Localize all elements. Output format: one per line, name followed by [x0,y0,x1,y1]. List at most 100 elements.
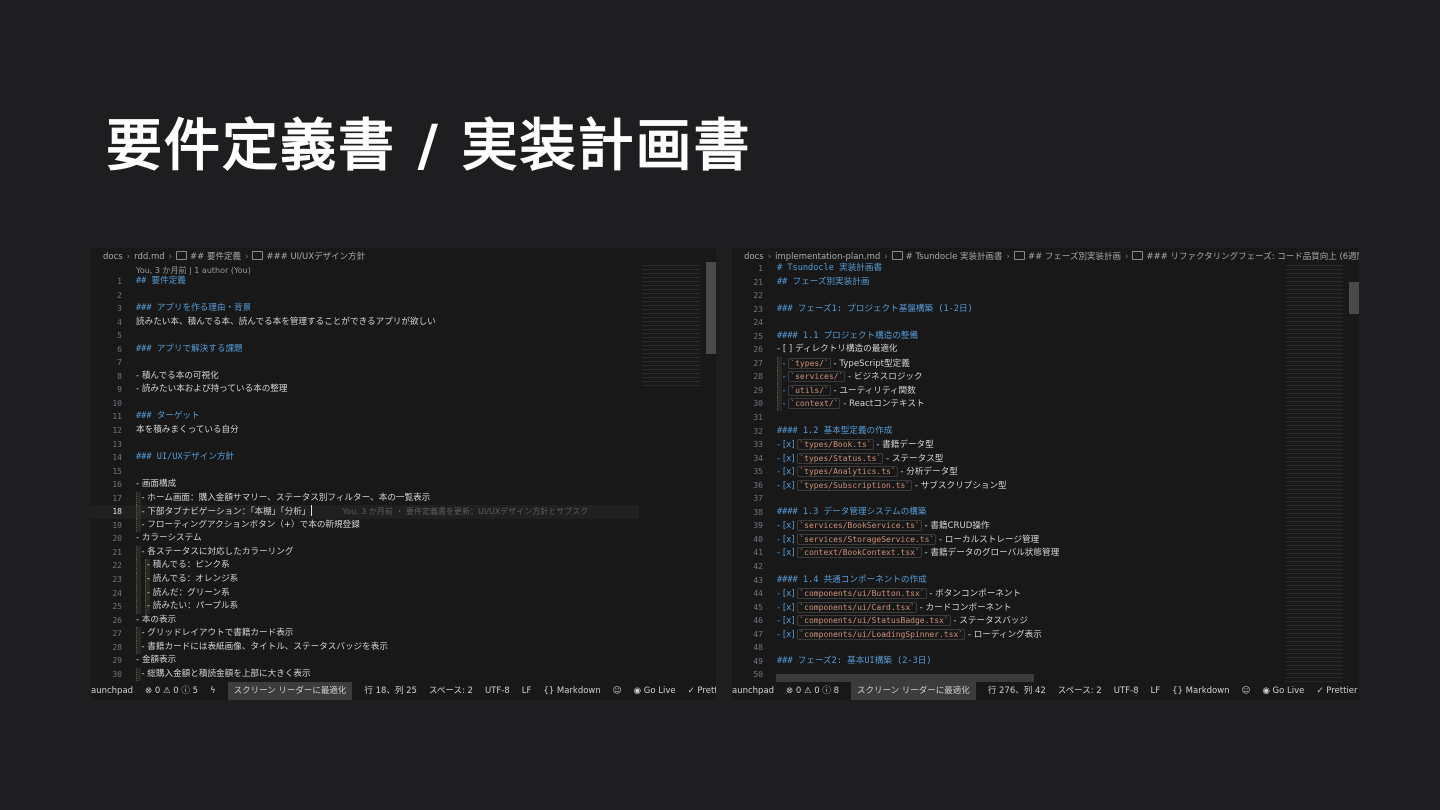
status-item[interactable]: スクリーン リーダーに最適化 [851,682,976,700]
status-item[interactable]: {} Markdown [543,682,600,700]
status-item[interactable]: aunchpad [732,682,774,700]
status-item[interactable]: aunchpad [91,682,133,700]
code-line[interactable]: 12 本を積みまくっている自分 [91,424,639,438]
code-line[interactable]: 32 #### 1.2 基本型定義の作成 [732,425,1280,439]
code-line[interactable]: 45 - [x] `components/ui/Card.tsx` - カードコン… [732,601,1280,615]
code-line[interactable]: 19 - フローティングアクションボタン（+）で本の新規登録 [91,518,639,533]
minimap[interactable] [642,262,700,386]
code-line[interactable]: 16 - 画面構成 [91,478,639,492]
code-line[interactable]: 33 - [x] `types/Book.ts` - 書籍データ型 [732,438,1280,452]
code-line[interactable]: 30 - 総購入金額と積読金額を上部に大きく表示 [91,667,639,682]
status-item[interactable]: ⊗ 0 ⚠ 0 ⓘ 8 [786,682,839,700]
code-line[interactable]: 10 [91,397,639,411]
right-editor-pane[interactable]: docs › implementation-plan.md › # Tsundocle … [732,248,1359,700]
code-line[interactable]: 6 ### アプリで解決する課題 [91,343,639,357]
status-item[interactable]: ◉ Go Live [634,682,676,700]
code-line[interactable]: 22 [732,289,1280,303]
code-line[interactable]: 25 - 読みたい：パープル系 [91,600,639,614]
breadcrumb-item[interactable]: ### UI/UXデザイン方針 [252,248,365,266]
code-line[interactable]: 7 [91,356,639,370]
code-line[interactable]: 18 - 下部タブナビゲーション：「本棚」「分析」 You, 3 か月前 ・ 要件… [91,505,639,519]
code-line[interactable]: 21 ## フェーズ別実装計画 [732,276,1280,290]
breadcrumb-item[interactable]: ## 要件定義 [176,248,241,266]
status-item[interactable]: UTF-8 [485,682,510,700]
status-item[interactable]: {} Markdown [1172,682,1229,700]
code-line[interactable]: 34 - [x] `types/Status.ts` - ステータス型 [732,452,1280,466]
code-line[interactable]: 1 ## 要件定義 [91,275,639,289]
status-item[interactable]: ☺ [1242,682,1251,700]
code-line[interactable]: 22 - 積んでる：ピンク系 [91,559,639,574]
code-line[interactable]: 31 [732,411,1280,425]
code-line[interactable]: 15 [91,465,639,479]
code-line[interactable]: 24 [732,316,1280,330]
code-line[interactable]: 23 - 読んでる：オレンジ系 [91,573,639,587]
code-line[interactable]: 23 ### フェーズ1: プロジェクト基盤構築 (1-2日) [732,303,1280,317]
code-line[interactable]: 21 - 各ステータスに対応したカラーリング [91,545,639,560]
line-text-rest: - 書籍CRUD操作 [921,521,990,532]
code-line[interactable]: 8 - 積んでる本の可視化 [91,370,639,384]
code-line[interactable]: 11 ### ターゲット [91,410,639,424]
status-item[interactable]: スペース: 2 [429,682,473,700]
code-line[interactable]: 26 - 本の表示 [91,614,639,628]
list-marker: - [x] [777,616,798,627]
status-item[interactable]: 行 276、列 42 [988,682,1046,700]
code-line[interactable]: 26 - [ ] ディレクトリ構造の最適化 [732,343,1280,357]
code-line[interactable]: 48 [732,641,1280,655]
code-line[interactable]: 13 [91,438,639,452]
code-line[interactable]: 2 [91,289,639,303]
code-line[interactable]: 17 - ホーム画面：購入金額サマリー、ステータス別フィルター、本の一覧表示 [91,491,639,506]
code-line[interactable]: 28 - 書籍カードには表紙画像、タイトル、ステータスバッジを表示 [91,640,639,655]
code-line[interactable]: 29 - `utils/` - ユーティリティ関数 [732,383,1280,398]
status-item[interactable]: ☺ [613,682,622,700]
code-line[interactable]: 36 - [x] `types/Subscription.ts` - サブスクリプ… [732,479,1280,493]
code-line[interactable]: 46 - [x] `components/ui/StatusBadge.tsx` … [732,614,1280,628]
status-item[interactable]: ⊗ 0 ⚠ 0 ⓘ 5 [145,682,198,700]
code-line[interactable]: 47 - [x] `components/ui/LoadingSpinner.ts… [732,628,1280,642]
status-item[interactable]: ϟ [210,682,216,700]
code-line[interactable]: 27 - グリッドレイアウトで書籍カード表示 [91,627,639,641]
code-area[interactable]: 1 ## 要件定義 2 3 ### アプリを作る理由・背景 4 読みたい本、積んでる本、読ん… [91,275,639,682]
code-line[interactable]: 27 - `types/` - TypeScript型定義 [732,356,1280,371]
code-line[interactable]: 35 - [x] `types/Analytics.ts` - 分析データ型 [732,465,1280,479]
list-marker: - [x] [777,602,798,613]
code-line[interactable]: 41 - [x] `context/BookContext.tsx` - 書籍デー… [732,546,1280,560]
status-item[interactable]: ✓ Prettier [1316,682,1357,700]
status-item[interactable]: スペース: 2 [1058,682,1102,700]
code-line[interactable]: 14 ### UI/UXデザイン方針 [91,451,639,465]
status-item[interactable]: UTF-8 [1114,682,1139,700]
minimap[interactable] [1285,262,1343,682]
code-line[interactable]: 39 - [x] `services/BookService.ts` - 書籍CR… [732,519,1280,533]
code-area[interactable]: 1 # Tsundocle 実装計画書 21 ## フェーズ別実装計画 22 23 ### … [732,262,1280,682]
code-line[interactable]: 3 ### アプリを作る理由・背景 [91,302,639,316]
code-line[interactable]: 9 - 読みたい本および持っている本の整理 [91,383,639,397]
code-line[interactable]: 20 - カラーシステム [91,532,639,546]
code-line[interactable]: 29 - 金額表示 [91,654,639,668]
code-line[interactable]: 43 #### 1.4 共通コンポーネントの作成 [732,574,1280,588]
status-item[interactable]: LF [1151,682,1161,700]
code-line[interactable]: 5 [91,329,639,343]
status-item[interactable]: スクリーン リーダーに最適化 [227,682,353,700]
code-line[interactable]: 24 - 読んだ：グリーン系 [91,586,639,601]
line-content: - 画面構成 [136,479,177,490]
code-line[interactable]: 44 - [x] `components/ui/Button.tsx` - ボタン… [732,587,1280,601]
code-line[interactable]: 42 [732,560,1280,574]
code-line[interactable]: 28 - `services/` - ビジネスロジック [732,370,1280,384]
breadcrumb-item[interactable]: docs [103,248,123,266]
breadcrumb-item[interactable]: rdd.md [134,248,165,266]
status-item[interactable]: ◉ Go Live [1262,682,1304,700]
code-line[interactable]: 25 #### 1.1 プロジェクト構造の整備 [732,330,1280,344]
status-item[interactable]: ✓ Prettier [688,682,716,700]
status-item[interactable]: 行 18、列 25 [364,682,417,700]
scrollbar[interactable] [1349,282,1359,314]
scrollbar[interactable] [706,262,716,354]
code-line[interactable]: 4 読みたい本、積んでる本、読んでる本を管理することができるアプリが欲しい [91,316,639,330]
code-line[interactable]: 38 #### 1.3 データ管理システムの構築 [732,506,1280,520]
code-line[interactable]: 1 # Tsundocle 実装計画書 [732,262,1280,276]
left-editor-pane[interactable]: docs › rdd.md › ## 要件定義 › ### UI/UXデザイン方針 You,… [91,248,716,700]
code-line[interactable]: 40 - [x] `services/StorageService.ts` - ロ… [732,533,1280,547]
code-line[interactable]: 49 ### フェーズ2: 基本UI構築 (2-3日) [732,655,1280,669]
code-line[interactable]: 37 [732,492,1280,506]
inline-blame[interactable]: You, 3 か月前 ・ 要件定義書を更新：UI/UXデザイン方針とサブスク [342,507,588,516]
status-item[interactable]: LF [522,682,532,700]
code-line[interactable]: 30 - `context/` - Reactコンテキスト [732,397,1280,412]
